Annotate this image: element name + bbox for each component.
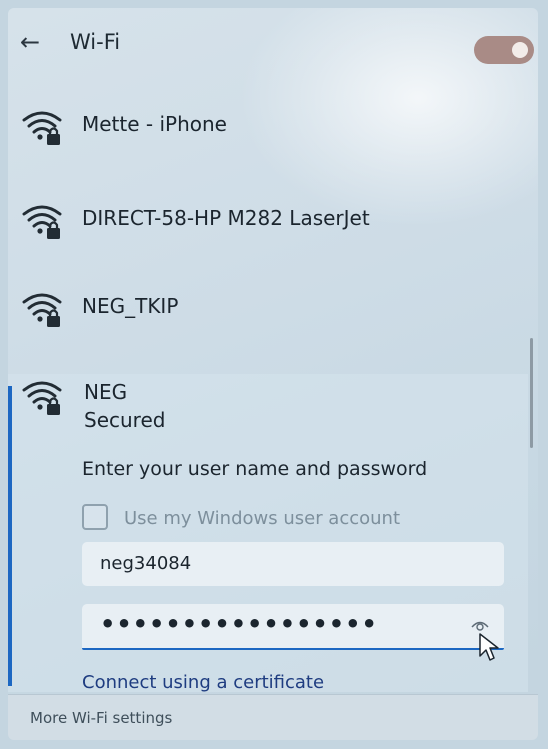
password-value: ••••••••••••••••• <box>100 610 378 638</box>
use-windows-account-checkbox[interactable] <box>82 504 108 530</box>
wifi-locked-icon <box>22 111 62 145</box>
username-field[interactable]: neg34084 <box>82 542 504 586</box>
footer: More Wi-Fi settings <box>8 694 538 740</box>
wifi-locked-icon <box>22 381 62 415</box>
wifi-flyout: ← Wi-Fi Mette - iPhone DIRECT-58-HP M282… <box>8 8 538 740</box>
back-arrow-icon[interactable]: ← <box>20 28 40 56</box>
wifi-locked-icon <box>22 205 62 239</box>
more-wifi-settings-link[interactable]: More Wi-Fi settings <box>30 709 172 727</box>
page-title: Wi-Fi <box>70 30 121 54</box>
network-item-neg-tkip[interactable]: NEG_TKIP <box>8 286 528 346</box>
network-item-direct-hp[interactable]: DIRECT-58-HP M282 LaserJet <box>8 198 528 258</box>
network-name: DIRECT-58-HP M282 LaserJet <box>82 206 370 230</box>
toggle-knob <box>512 42 528 58</box>
wifi-header: ← Wi-Fi <box>8 8 538 84</box>
mouse-pointer-icon <box>479 633 499 661</box>
use-windows-account-label: Use my Windows user account <box>124 508 401 529</box>
scrollbar[interactable] <box>530 338 533 448</box>
network-name: NEG <box>84 380 128 404</box>
connect-certificate-link[interactable]: Connect using a certificate <box>82 672 324 693</box>
network-name: Mette - iPhone <box>82 112 227 136</box>
password-field[interactable]: ••••••••••••••••• <box>82 604 504 650</box>
network-status: Secured <box>84 408 166 432</box>
wifi-toggle[interactable] <box>474 36 534 64</box>
network-item-mette-iphone[interactable]: Mette - iPhone <box>8 104 528 164</box>
credentials-prompt: Enter your user name and password <box>82 458 428 480</box>
username-value: neg34084 <box>100 553 192 574</box>
wifi-locked-icon <box>22 293 62 327</box>
network-name: NEG_TKIP <box>82 294 179 318</box>
